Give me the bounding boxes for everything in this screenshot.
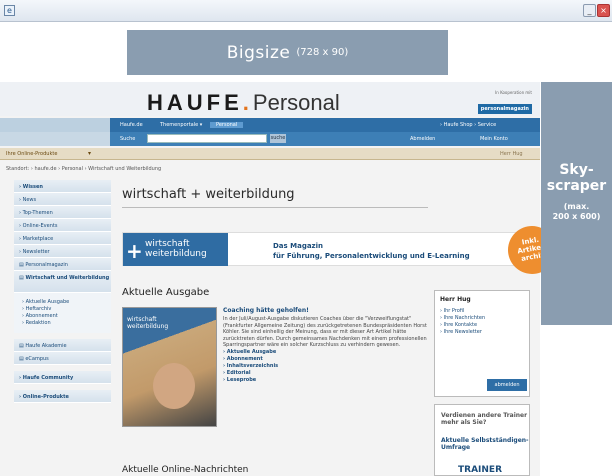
link-aktuelle-ausgabe[interactable]: › Aktuelle Ausgabe — [223, 349, 428, 356]
logo-dot: . — [242, 90, 253, 115]
sidebar-item-haufe-community[interactable]: › Haufe Community — [14, 371, 111, 384]
skyscraper-size-2: 200 x 600) — [552, 212, 601, 221]
divider — [122, 207, 428, 208]
nav-shop-service[interactable]: › Haufe Shop › Service — [440, 122, 496, 128]
subnav-aktuelle-ausgabe[interactable]: › Aktuelle Ausgabe — [22, 299, 111, 306]
sidebar-item-marketplace[interactable]: › Marketplace — [14, 232, 111, 245]
minimize-icon[interactable]: _ — [583, 4, 596, 17]
skyscraper-ad-placeholder: Sky- scraper (max. 200 x 600) — [541, 82, 612, 325]
trainer-question: Verdienen andere Trainer mehr als Sie? — [441, 412, 528, 426]
sidebar-item-wissen[interactable]: › Wissen — [14, 180, 111, 193]
nav-themenportale[interactable]: Themenportale ▾ — [160, 122, 202, 128]
magazine-banner[interactable]: + wirtschaft weiterbildung Das Magazin f… — [122, 232, 532, 266]
sidebar-subnav: › Aktuelle Ausgabe › Heftarchiv › Abonne… — [14, 293, 111, 333]
mein-konto-link[interactable]: Mein Konto — [480, 136, 508, 142]
sidebar-item-label: eCampus — [25, 356, 49, 362]
link-ihre-newsletter[interactable]: › Ihre Newsletter — [440, 329, 482, 335]
top-nav: Haufe.de Themenportale ▾ Personal › Hauf… — [0, 118, 540, 132]
sidebar-item-personalmagazin[interactable]: ▤ Personalmagazin — [14, 258, 111, 271]
link-ihre-nachrichten[interactable]: › Ihre Nachrichten — [440, 315, 485, 321]
trainer-logo: TRAINER — [458, 465, 502, 475]
sidebar-item-label: Haufe Akademie — [25, 343, 67, 349]
sidebar-item-haufe-akademie[interactable]: ▤ Haufe Akademie — [14, 339, 111, 352]
skyscraper-size-1: (max. — [563, 202, 590, 211]
search-label: Suche — [120, 136, 136, 142]
haufe-personal-logo[interactable]: HAUFE.Personal — [147, 90, 340, 116]
cover-portrait — [153, 363, 195, 409]
banner-logo-line1: wirtschaft — [145, 239, 190, 249]
sidebar-item-online-produkte[interactable]: › Online-Produkte — [14, 390, 111, 403]
trainer-umfrage-link[interactable]: Aktuelle Selbstständigen-Umfrage — [441, 437, 529, 451]
aktuelle-ausgabe-heading: Aktuelle Ausgabe — [122, 287, 210, 298]
cover-title-1: wirtschaft — [127, 316, 157, 323]
logo-kooperation-text: In Kooperation mit — [495, 90, 532, 95]
user-box-title: Herr Hug — [440, 296, 471, 303]
window-titlebar: e _ × — [0, 0, 612, 22]
plus-icon: + — [126, 239, 143, 263]
close-icon[interactable]: × — [597, 4, 610, 17]
subnav-heftarchiv[interactable]: › Heftarchiv — [22, 306, 111, 313]
logo-haufe: HAUFE — [147, 90, 243, 115]
article-title[interactable]: Coaching hätte geholfen! — [223, 307, 428, 314]
sidebar-item-top-themen[interactable]: › Top-Themen — [14, 206, 111, 219]
browser-icon: e — [4, 5, 15, 16]
bigsize-title: Bigsize — [226, 42, 291, 63]
magazine-cover-image[interactable]: wirtschaft weiterbildung — [122, 307, 217, 427]
link-ihre-kontakte[interactable]: › Ihre Kontakte — [440, 322, 477, 328]
logo-personalmagazin-text: personalmagazin — [477, 104, 532, 114]
banner-logo-block: + wirtschaft weiterbildung — [123, 233, 228, 266]
breadcrumb: Standort: › haufe.de › Personal › Wirtsc… — [6, 166, 162, 172]
skyscraper-size: (max. 200 x 600) — [541, 202, 612, 222]
search-input[interactable] — [147, 134, 267, 143]
nav-haufe-de[interactable]: Haufe.de — [120, 122, 143, 128]
bigsize-size: (728 x 90) — [296, 47, 349, 58]
online-produkte-bar[interactable]: Ihre Online-Produkte ▾ Herr Hug — [0, 148, 540, 160]
trainer-ad-box[interactable]: Verdienen andere Trainer mehr als Sie? A… — [434, 404, 530, 476]
sidebar-item-ecampus[interactable]: ▤ eCampus — [14, 352, 111, 365]
article-text: In der Juli/August-Ausgabe diskutieren C… — [223, 316, 427, 348]
personalmagazin-logo[interactable]: In Kooperation mit personalmagazin — [470, 90, 532, 116]
subnav-abonnement[interactable]: › Abonnement — [22, 313, 111, 320]
sidebar-item-news[interactable]: › News — [14, 193, 111, 206]
logo-personal: Personal — [252, 90, 340, 115]
article-teaser: Coaching hätte geholfen! In der Juli/Aug… — [223, 307, 428, 384]
link-abonnement[interactable]: › Abonnement — [223, 356, 428, 363]
skyscraper-title-1: Sky- — [559, 162, 594, 178]
skyscraper-title-2: scraper — [546, 178, 607, 194]
user-box: Herr Hug › Ihr Profil › Ihre Nachrichten… — [434, 290, 530, 397]
banner-logo-line2: weiterbildung — [145, 249, 207, 259]
page-title: wirtschaft + weiterbildung — [122, 187, 295, 202]
banner-tagline-2: für Führung, Personalentwicklung und E-L… — [273, 252, 470, 260]
cover-title: wirtschaft weiterbildung — [127, 316, 168, 330]
link-inhaltsverzeichnis[interactable]: › Inhaltsverzeichnis — [223, 363, 428, 370]
sidebar: › Wissen › News › Top-Themen › Online-Ev… — [14, 180, 111, 403]
abmelden-button[interactable]: abmelden — [487, 379, 527, 391]
abmelden-link[interactable]: Abmelden — [410, 136, 435, 142]
produkte-label: Ihre Online-Produkte — [6, 151, 58, 157]
link-editorial[interactable]: › Editorial — [223, 370, 428, 377]
link-leseprobe[interactable]: › Leseprobe — [223, 377, 428, 384]
sidebar-item-wirtschaft[interactable]: ▤ Wirtschaft und Weiterbildung — [14, 271, 111, 293]
online-nachrichten-heading: Aktuelle Online-Nachrichten — [122, 465, 249, 475]
bigsize-ad-placeholder: Bigsize (728 x 90) — [127, 30, 448, 75]
produkte-dropdown-icon[interactable]: ▾ — [88, 150, 91, 157]
subnav-redaktion[interactable]: › Redaktion — [22, 320, 111, 327]
skyscraper-title: Sky- scraper — [541, 162, 612, 194]
sidebar-item-online-events[interactable]: › Online-Events — [14, 219, 111, 232]
banner-logo-text: wirtschaft weiterbildung — [145, 239, 207, 259]
nav-personal[interactable]: Personal — [210, 122, 244, 128]
sidebar-item-newsletter[interactable]: › Newsletter — [14, 245, 111, 258]
top-nav-bar: Haufe.de Themenportale ▾ Personal › Hauf… — [110, 118, 540, 132]
search-button[interactable]: suche — [270, 134, 286, 143]
banner-tagline-1: Das Magazin — [273, 242, 324, 250]
sidebar-item-label: Wirtschaft und Weiterbildung — [25, 275, 110, 281]
cover-title-2: weiterbildung — [127, 323, 169, 330]
user-name: Herr Hug — [500, 151, 523, 157]
link-ihr-profil[interactable]: › Ihr Profil — [440, 308, 464, 314]
sidebar-item-label: Personalmagazin — [25, 262, 68, 268]
banner-tagline: Das Magazin für Führung, Personalentwick… — [273, 241, 470, 261]
right-margin — [541, 325, 612, 476]
